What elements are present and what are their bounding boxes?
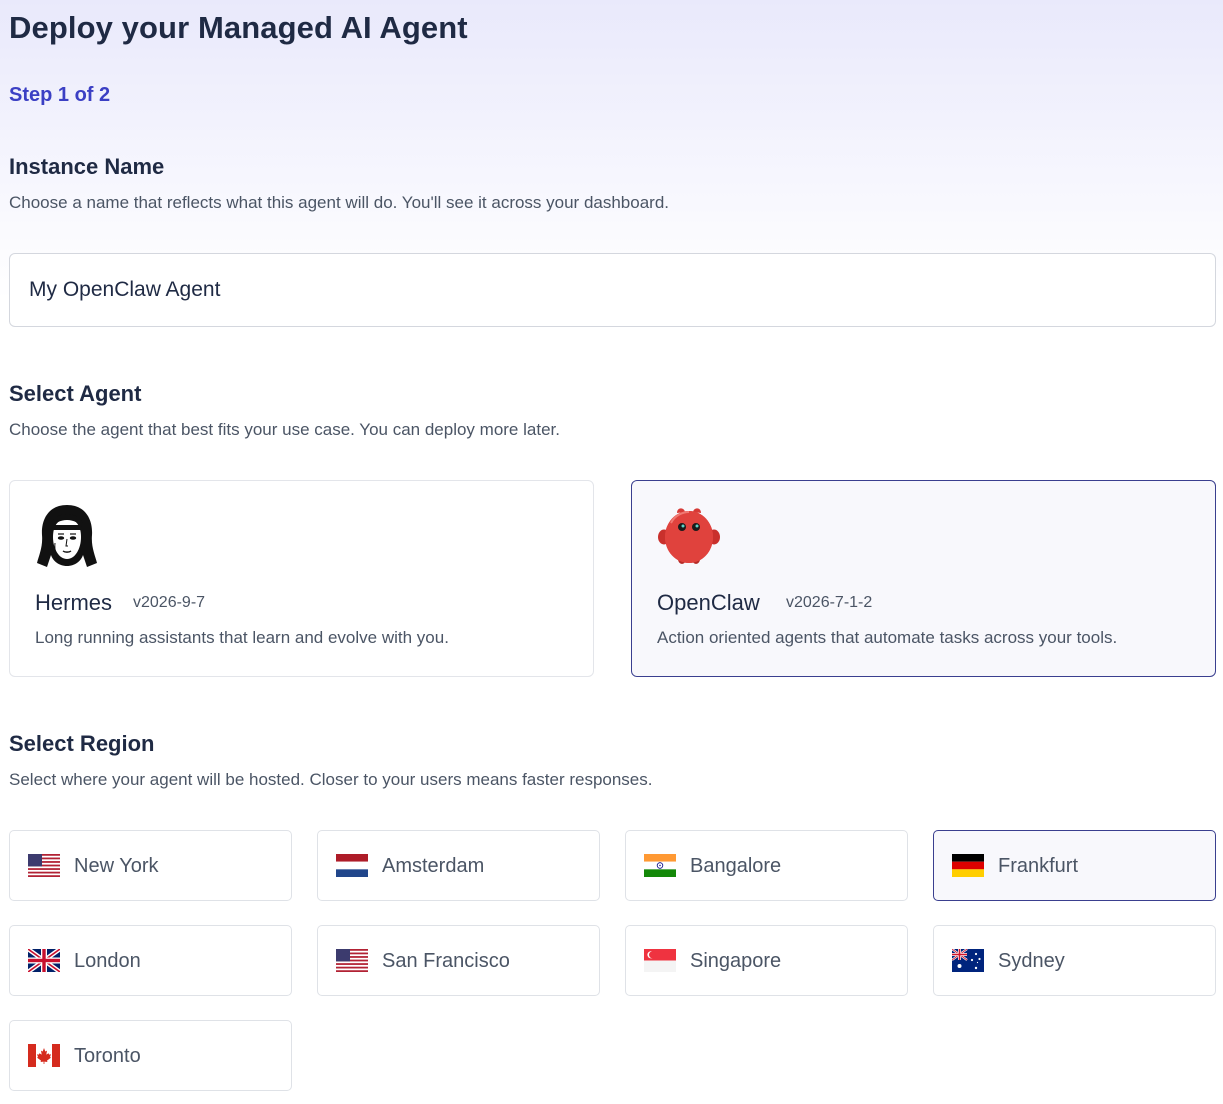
region-card-bangalore[interactable]: Bangalore bbox=[625, 830, 908, 901]
region-label: Sydney bbox=[998, 950, 1065, 972]
instance-name-input[interactable] bbox=[9, 253, 1216, 327]
region-label: San Francisco bbox=[382, 950, 510, 972]
region-label: Singapore bbox=[690, 950, 782, 972]
au-flag-icon bbox=[952, 949, 984, 972]
us-flag-icon bbox=[28, 854, 60, 877]
sg-flag-icon bbox=[644, 949, 676, 972]
region-label: London bbox=[74, 950, 141, 972]
instance-name-title: Instance Name bbox=[9, 154, 165, 179]
agent-description-openclaw: Action oriented agents that automate tas… bbox=[657, 628, 1118, 647]
select-agent-title: Select Agent bbox=[9, 381, 142, 406]
region-label: Toronto bbox=[74, 1045, 141, 1067]
agent-name-hermes: Hermes bbox=[35, 590, 113, 615]
region-card-new-york[interactable]: New York bbox=[9, 830, 292, 901]
region-card-frankfurt[interactable]: Frankfurt bbox=[933, 830, 1216, 901]
agent-card-openclaw[interactable]: OpenClaw v2026-7-1-2 Action oriented age… bbox=[631, 480, 1216, 677]
agent-name-openclaw: OpenClaw bbox=[657, 590, 760, 615]
region-card-amsterdam[interactable]: Amsterdam bbox=[317, 830, 600, 901]
region-label: Frankfurt bbox=[998, 855, 1079, 877]
agent-version-hermes: v2026-9-7 bbox=[133, 594, 206, 611]
select-region-title: Select Region bbox=[9, 731, 155, 756]
select-region-description: Select where your agent will be hosted. … bbox=[9, 770, 653, 789]
de-flag-icon bbox=[952, 854, 984, 877]
hermes-portrait-icon bbox=[37, 505, 97, 567]
ca-flag-icon bbox=[28, 1044, 60, 1067]
instance-name-description: Choose a name that reflects what this ag… bbox=[9, 193, 670, 212]
region-card-toronto[interactable]: Toronto bbox=[9, 1020, 292, 1091]
region-card-san-francisco[interactable]: San Francisco bbox=[317, 925, 600, 996]
region-card-singapore[interactable]: Singapore bbox=[625, 925, 908, 996]
region-card-london[interactable]: London bbox=[9, 925, 292, 996]
region-label: New York bbox=[74, 855, 159, 877]
agent-card-hermes[interactable]: Hermes v2026-9-7 Long running assistants… bbox=[9, 480, 594, 677]
page-title: Deploy your Managed AI Agent bbox=[9, 10, 468, 45]
openclaw-mascot-icon bbox=[658, 508, 720, 564]
in-flag-icon bbox=[644, 854, 676, 877]
select-agent-description: Choose the agent that best fits your use… bbox=[9, 420, 560, 439]
region-label: Bangalore bbox=[690, 855, 782, 877]
agent-description-hermes: Long running assistants that learn and e… bbox=[35, 628, 449, 647]
gb-flag-icon bbox=[28, 949, 60, 972]
us-flag-icon bbox=[336, 949, 368, 972]
nl-flag-icon bbox=[336, 854, 368, 877]
region-card-sydney[interactable]: Sydney bbox=[933, 925, 1216, 996]
agent-version-openclaw: v2026-7-1-2 bbox=[786, 594, 873, 611]
step-indicator: Step 1 of 2 bbox=[9, 84, 111, 106]
region-label: Amsterdam bbox=[382, 855, 485, 877]
